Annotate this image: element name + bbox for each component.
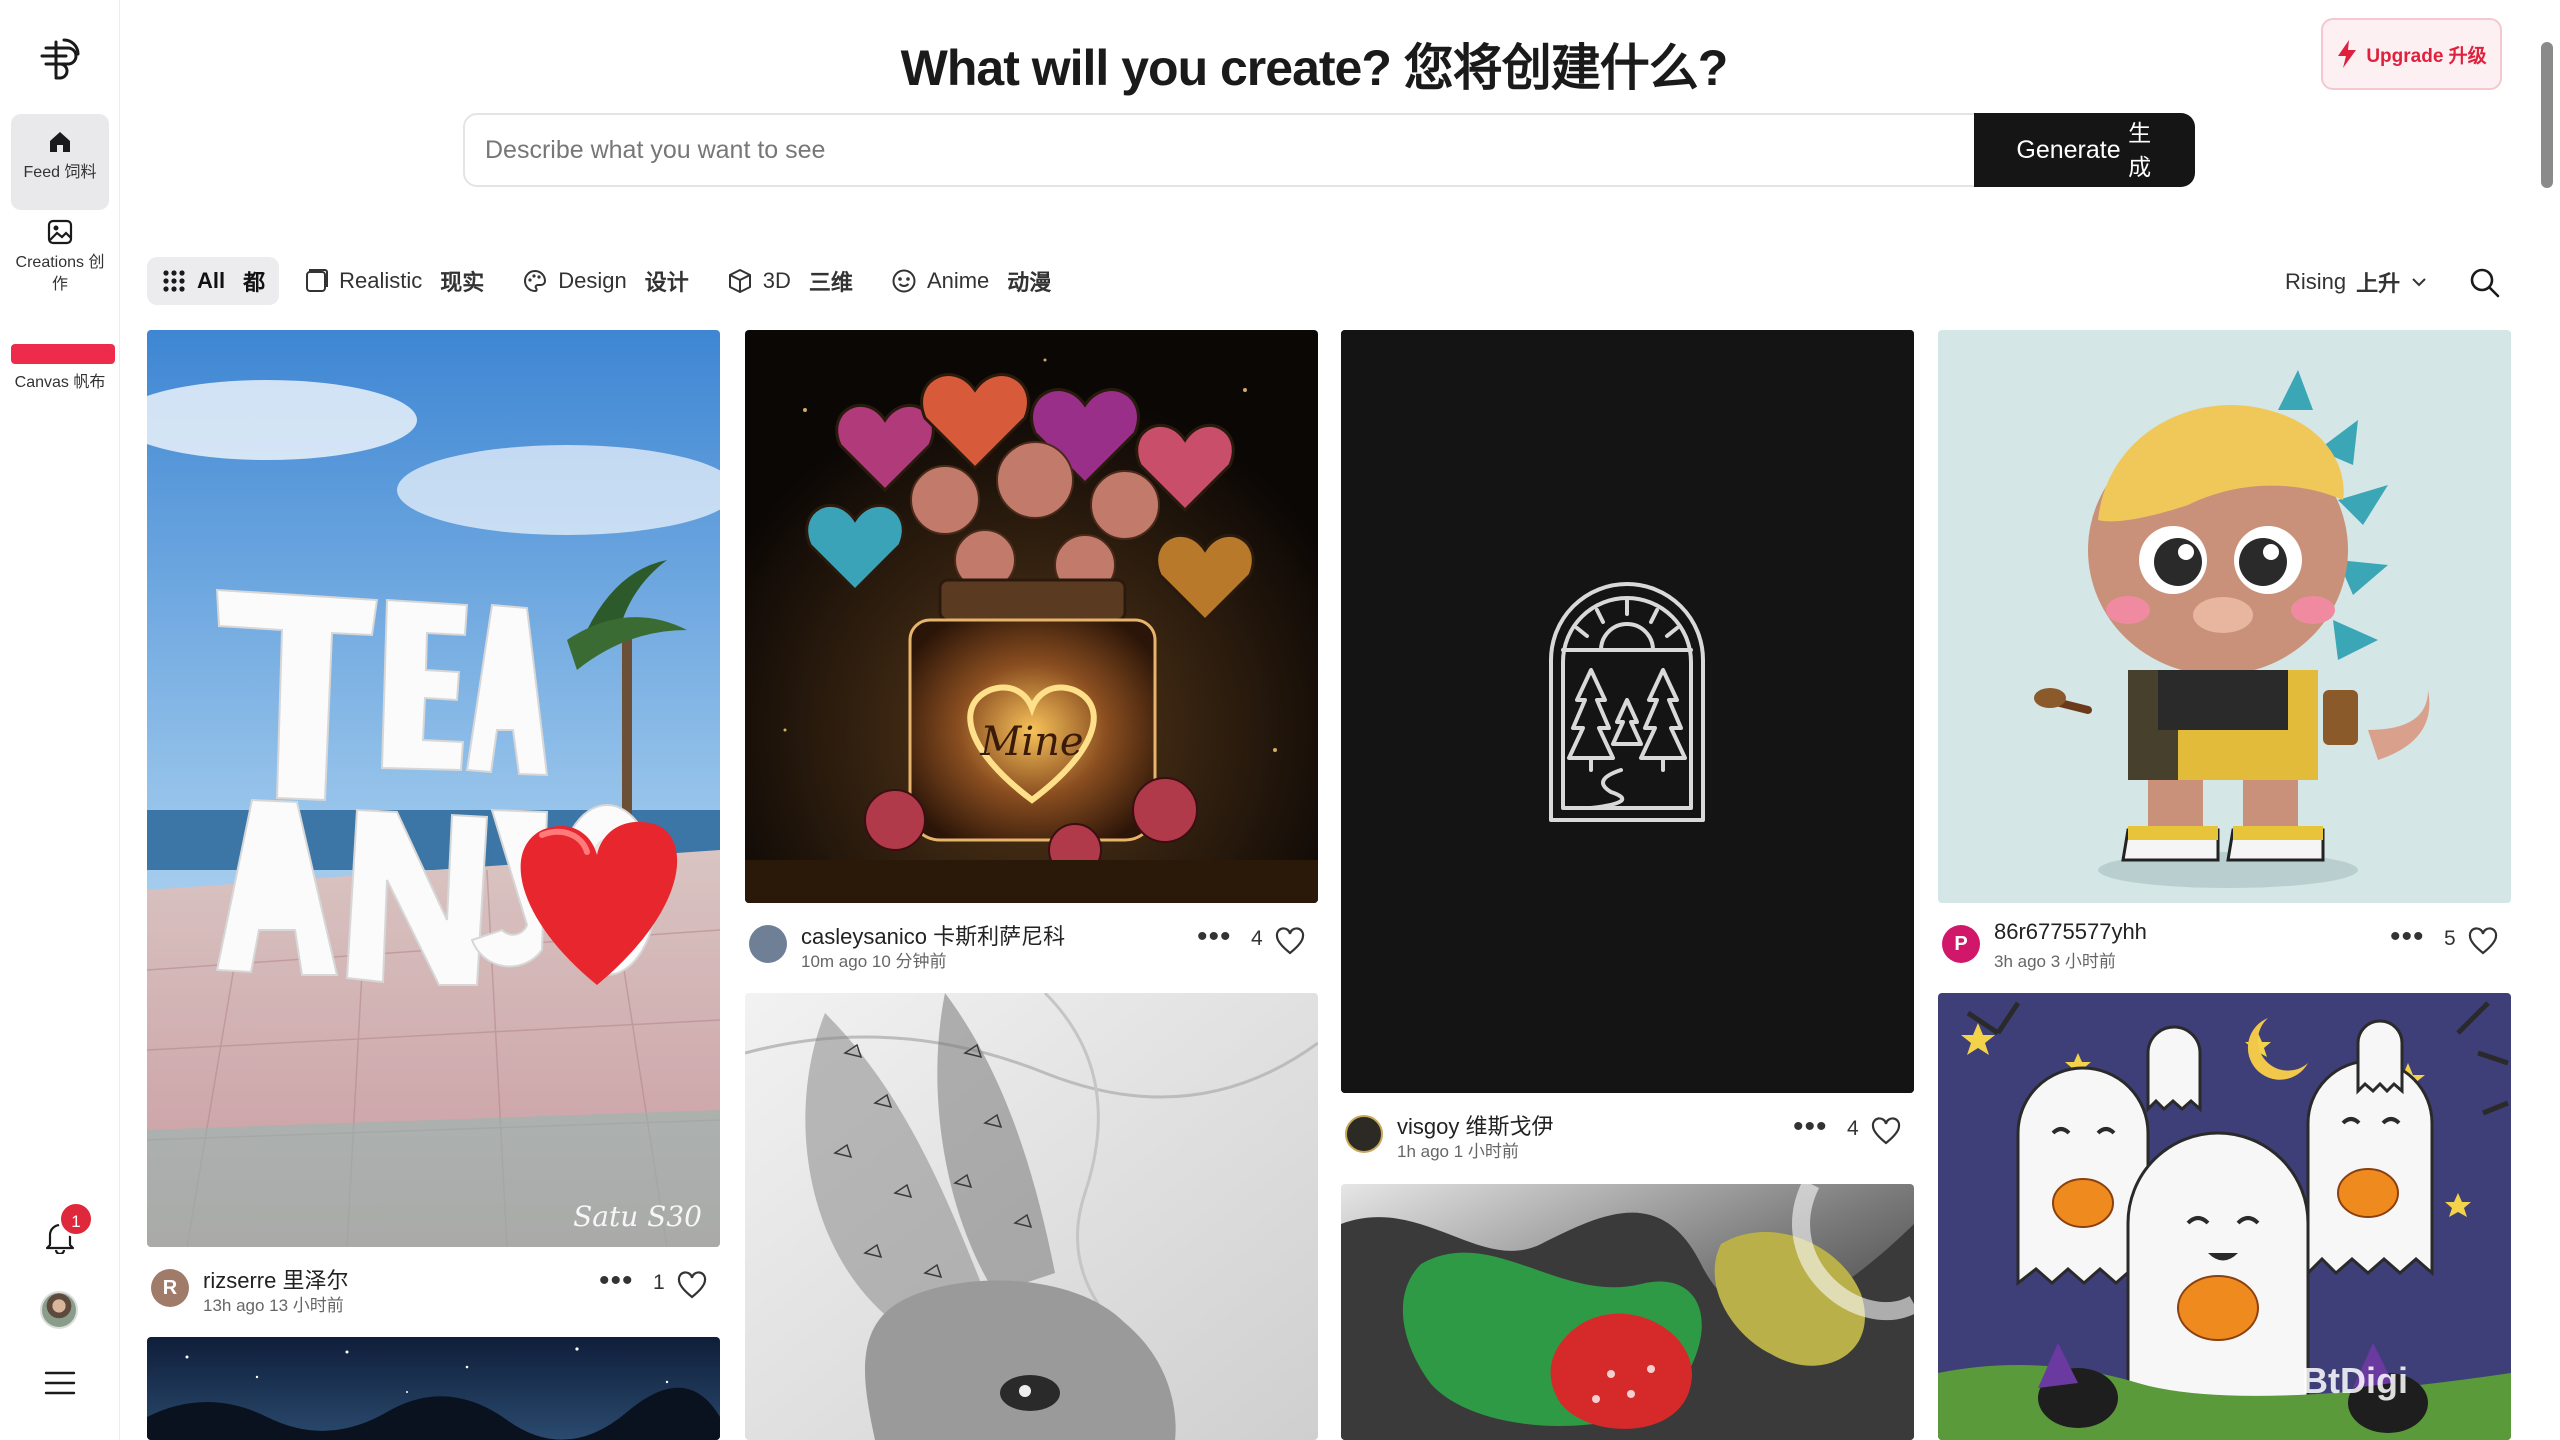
feed-image[interactable] <box>1938 330 2511 903</box>
card-meta: casleysanico 卡斯利萨尼科 10m ago 10 分钟前 ••• 4 <box>745 913 1318 973</box>
image-signature: Satu S30 <box>573 1200 702 1233</box>
more-options-icon[interactable]: ••• <box>599 1266 634 1296</box>
filter-anime[interactable]: Anime 动漫 <box>877 257 1065 305</box>
card-meta: P 86r6775577yhh 3h ago 3 小时前 ••• 5 <box>1938 913 2511 973</box>
generate-label: Generate <box>2016 135 2121 164</box>
heart-icon[interactable] <box>677 1271 707 1299</box>
generate-button[interactable]: Generate 生成 <box>1974 113 2195 187</box>
filter-3d[interactable]: 3D 三维 <box>713 257 867 305</box>
generate-label-zh: 生成 <box>2128 120 2152 180</box>
like-count: 4 <box>1847 1117 1859 1140</box>
sort-dropdown[interactable]: Rising 上升 <box>2285 264 2428 300</box>
prompt-bar: Generate 生成 <box>463 113 2195 187</box>
more-options-icon[interactable]: ••• <box>1197 922 1232 952</box>
sidebar-item-canvas[interactable]: Canvas 帆布 <box>11 344 115 404</box>
feed-image[interactable] <box>1341 330 1914 1093</box>
app-root: Feed 饲料 Creations 创作 Canvas 帆布 1 What wi… <box>0 0 2560 1440</box>
feed-image[interactable] <box>1938 993 2511 1440</box>
home-icon <box>50 132 70 152</box>
sidebar-item-label: Creations 创作 <box>15 254 105 293</box>
like-count: 1 <box>653 1271 665 1294</box>
palette-icon <box>524 269 547 293</box>
filter-label: Realistic <box>339 268 423 293</box>
sort-label-zh: 上升 <box>2356 271 2401 296</box>
scrollbar[interactable] <box>2541 42 2553 188</box>
sidebar-item-label: Canvas 帆布 <box>14 374 106 391</box>
filter-label-zh: 三维 <box>808 270 853 295</box>
anime-face-icon <box>892 269 916 293</box>
user-avatar[interactable] <box>40 1291 78 1329</box>
creator-avatar[interactable]: R <box>151 1269 189 1307</box>
filter-label: Anime <box>926 268 990 293</box>
filter-label-zh: 设计 <box>644 270 689 295</box>
creator-avatar[interactable]: P <box>1942 925 1980 963</box>
like-count: 5 <box>2444 927 2456 950</box>
filter-all[interactable]: All 都 <box>147 257 280 305</box>
hamburger-menu-icon[interactable] <box>44 1370 76 1396</box>
post-time: 3h ago 3 小时前 <box>1994 952 2116 971</box>
grid-icon <box>163 270 185 292</box>
creator-avatar[interactable] <box>749 925 787 963</box>
lightning-icon <box>2338 40 2357 68</box>
feed-image[interactable]: Satu S30 <box>147 330 720 1247</box>
card-meta: visgoy 维斯戈伊 1h ago 1 小时前 ••• 4 <box>1341 1103 1914 1163</box>
search-icon[interactable] <box>2468 266 2502 300</box>
more-options-icon[interactable]: ••• <box>2390 922 2425 952</box>
card-meta: R rizserre 里泽尔 13h ago 13 小时前 ••• 1 <box>147 1257 720 1317</box>
canvas-icon <box>11 344 115 364</box>
creator-name[interactable]: 86r6775577yhh <box>1994 919 2147 945</box>
sidebar-item-feed[interactable]: Feed 饲料 <box>11 114 109 210</box>
creator-avatar[interactable] <box>1345 1115 1383 1153</box>
heart-icon[interactable] <box>1871 1117 1901 1145</box>
sidebar: Feed 饲料 Creations 创作 Canvas 帆布 1 <box>0 0 120 1440</box>
upgrade-label-zh: 升级 <box>2448 45 2487 67</box>
heart-icon[interactable] <box>2468 927 2498 955</box>
feed-image[interactable] <box>745 993 1318 1440</box>
page-title: What will you create? 您将创建什么? <box>900 40 1729 96</box>
filter-label-zh: 现实 <box>440 270 485 295</box>
image-icon <box>47 219 73 245</box>
cube-icon <box>728 269 751 293</box>
feed-image[interactable]: Mine <box>745 330 1318 903</box>
sidebar-item-label: Feed 饲料 <box>23 164 97 181</box>
like-count: 4 <box>1251 927 1263 950</box>
filter-label: 3D <box>762 268 791 293</box>
category-filters: All 都 Realistic 现实 Design 设计 3D 三维 Anime… <box>147 257 1075 305</box>
filter-label-zh: 动漫 <box>1007 270 1052 295</box>
prompt-input[interactable] <box>485 115 1985 185</box>
filter-design[interactable]: Design 设计 <box>508 257 703 305</box>
upgrade-label: Upgrade <box>2366 45 2444 67</box>
feed-image[interactable] <box>1341 1184 1914 1440</box>
watermark-text: BtDigi <box>2302 1360 2408 1401</box>
sidebar-item-creations[interactable]: Creations 创作 <box>11 214 109 314</box>
filter-label-zh: 都 <box>243 270 266 295</box>
chevron-down-icon <box>2412 278 2426 287</box>
feed-image[interactable] <box>147 1337 720 1440</box>
filter-label: All <box>197 268 226 293</box>
post-time: 1h ago 1 小时前 <box>1397 1142 1519 1161</box>
post-time: 13h ago 13 小时前 <box>203 1296 344 1315</box>
filter-label: Design <box>558 268 627 293</box>
svg-text:Mine: Mine <box>979 719 1083 765</box>
notification-badge: 1 <box>58 1201 94 1237</box>
sort-label: Rising <box>2285 269 2347 294</box>
upgrade-button[interactable]: Upgrade 升级 <box>2321 18 2502 90</box>
filter-realistic[interactable]: Realistic 现实 <box>289 257 498 305</box>
post-time: 10m ago 10 分钟前 <box>801 952 947 971</box>
photo-icon <box>306 269 329 292</box>
heart-icon[interactable] <box>1275 927 1305 955</box>
brand-logo-icon[interactable] <box>38 36 84 82</box>
more-options-icon[interactable]: ••• <box>1793 1112 1828 1142</box>
